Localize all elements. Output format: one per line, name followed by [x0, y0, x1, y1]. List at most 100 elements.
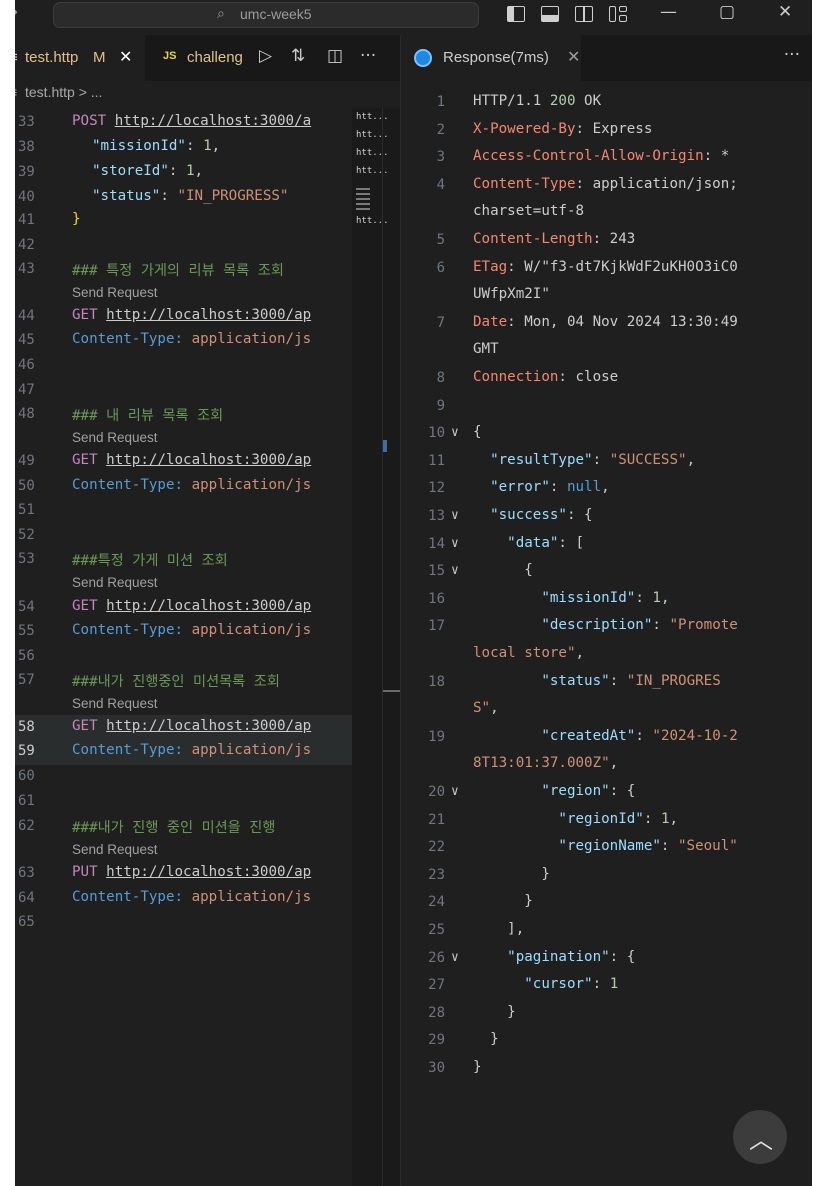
scrollbar-track[interactable]	[382, 108, 383, 1186]
close-icon[interactable]: ✕	[567, 47, 580, 66]
send-request-link[interactable]: Send Request	[72, 430, 158, 445]
response-line: Content-Length: 243	[473, 231, 636, 247]
line-number: 63	[18, 865, 35, 881]
more-actions-icon[interactable]: ···	[784, 45, 800, 65]
response-line: charset=utf-8	[473, 203, 585, 219]
response-line: X-Powered-By: Express	[473, 121, 653, 137]
fold-chevron-icon[interactable]: ∨	[451, 425, 459, 440]
line-number: 2	[436, 122, 445, 138]
code-line: Content-Type: application/js	[72, 622, 312, 638]
code-line: "storeId": 1,	[92, 163, 204, 179]
response-line: "createdAt": "2024-10-2	[541, 728, 738, 744]
response-line: "cursor": 1	[524, 976, 619, 992]
response-line: "region": {	[541, 783, 636, 799]
code-line: POST http://localhost:3000/a	[72, 113, 312, 129]
line-number: 22	[428, 839, 445, 855]
line-number: 11	[428, 453, 445, 469]
response-line: "error": null,	[490, 479, 610, 495]
tab-label: test.http	[25, 49, 79, 66]
send-request-link[interactable]: Send Request	[72, 696, 158, 711]
maximize-button[interactable]: ▢	[719, 2, 735, 22]
line-number: 10	[428, 425, 445, 441]
line-number: 55	[18, 623, 35, 639]
line-number: 48	[18, 406, 35, 422]
scroll-to-top-button[interactable]: ︿	[733, 1110, 787, 1164]
response-tab-bar: Response(7ms) ✕ ···	[401, 35, 812, 81]
response-line: Connection: close	[473, 369, 619, 385]
toggle-panel-icon[interactable]	[539, 3, 561, 25]
tab-challenge[interactable]: JS challeng	[155, 35, 257, 81]
tab-test-http[interactable]: ≡ test.http M ✕	[15, 35, 145, 81]
response-line: "pagination": {	[507, 949, 636, 965]
tab-response[interactable]: Response(7ms) ✕	[401, 35, 581, 81]
toggle-secondary-sidebar-icon[interactable]	[573, 3, 595, 25]
line-number: 19	[428, 729, 445, 745]
line-number: 6	[436, 260, 445, 276]
line-number: 3	[436, 149, 445, 165]
more-actions-icon[interactable]: ···	[360, 46, 376, 66]
tab-label: Response(7ms)	[443, 49, 549, 66]
fold-chevron-icon[interactable]: ∨	[451, 536, 459, 551]
comment-line: ### 내 리뷰 목록 조회	[72, 408, 224, 424]
fold-chevron-icon[interactable]: ∨	[451, 508, 459, 523]
close-icon[interactable]: ✕	[119, 47, 132, 67]
response-line: }	[473, 1031, 499, 1047]
close-button[interactable]: ✕	[778, 2, 792, 22]
title-bar: → ⌕ umc-week5 — ▢ ✕	[15, 0, 812, 31]
response-line: ETag: W/"f3-dt7KjkWdF2uKH0O3iC0	[473, 259, 738, 275]
send-request-link[interactable]: Send Request	[72, 285, 158, 300]
line-number: 60	[18, 768, 35, 784]
minimize-button[interactable]: —	[660, 2, 677, 22]
response-line: "missionId": 1,	[541, 590, 670, 606]
code-line: Content-Type: application/js	[72, 331, 312, 347]
code-line: GET http://localhost:3000/ap	[72, 452, 312, 468]
line-number: 64	[18, 890, 35, 906]
line-number: 39	[18, 164, 35, 180]
send-request-link[interactable]: Send Request	[72, 575, 158, 590]
modified-badge: M	[93, 49, 106, 66]
line-number: 52	[18, 527, 35, 543]
response-line: GMT	[473, 341, 499, 357]
minimap-line: htt...	[356, 148, 389, 158]
line-number: 47	[18, 382, 35, 398]
response-line: "success": {	[490, 507, 593, 523]
code-editor[interactable]: 33 POST http://localhost:3000/a 38 "miss…	[15, 108, 360, 938]
line-number: 14	[428, 536, 445, 552]
line-number: 16	[428, 591, 445, 607]
send-request-link[interactable]: Send Request	[72, 842, 158, 857]
line-number: 15	[428, 563, 445, 579]
fold-chevron-icon[interactable]: ∨	[451, 784, 459, 799]
fold-chevron-icon[interactable]: ∨	[451, 950, 459, 965]
response-line: HTTP/1.1 200 OK	[473, 93, 602, 109]
customize-layout-icon[interactable]	[607, 3, 629, 25]
search-icon: ⌕	[217, 6, 225, 22]
arrow-right-icon[interactable]: →	[15, 2, 18, 23]
line-number: 58	[18, 719, 35, 735]
comment-line: ###내가 진행중인 미션목록 조회	[72, 674, 280, 690]
toggle-primary-sidebar-icon[interactable]	[505, 3, 527, 25]
line-number: 29	[428, 1032, 445, 1048]
line-number: 1	[436, 94, 445, 110]
file-icon: ≡	[15, 49, 18, 66]
command-center[interactable]: ⌕ umc-week5	[53, 2, 479, 28]
line-number: 65	[18, 914, 35, 930]
js-file-icon: JS	[163, 50, 177, 62]
response-line: "regionName": "Seoul"	[558, 838, 738, 854]
line-number: 57	[18, 672, 35, 688]
response-line: }	[473, 866, 550, 882]
command-center-text: umc-week5	[240, 6, 312, 22]
compare-changes-icon[interactable]: ⇅	[291, 46, 305, 66]
line-number: 13	[428, 508, 445, 524]
minimap-line: htt...	[356, 112, 389, 122]
line-number: 44	[18, 308, 35, 324]
minimap-line: htt...	[356, 166, 389, 176]
line-number: 18	[428, 674, 445, 690]
response-line: {	[473, 424, 482, 440]
run-icon[interactable]: ▷	[259, 46, 272, 66]
split-editor-icon[interactable]: ◫	[327, 46, 343, 66]
fold-chevron-icon[interactable]: ∨	[451, 563, 459, 578]
minimap[interactable]: htt... htt... htt... htt... htt...	[352, 108, 400, 1186]
scroll-marker	[382, 690, 400, 692]
comment-line: ### 특정 가게의 리뷰 목록 조회	[72, 263, 284, 279]
line-number: 5	[436, 232, 445, 248]
